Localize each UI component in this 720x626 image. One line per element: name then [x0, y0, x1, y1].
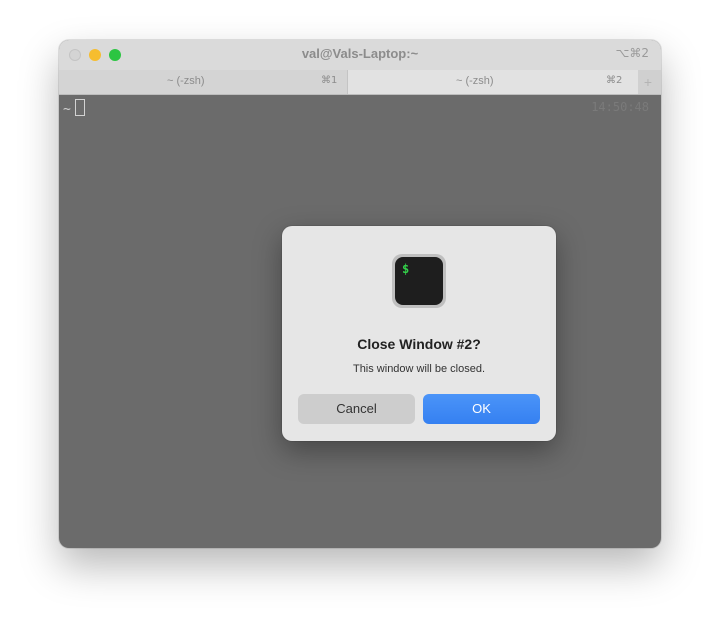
title-bar[interactable]: val@Vals-Laptop:~ ⌥⌘2 — [59, 40, 661, 70]
tab-label: ~ (-zsh) — [167, 75, 205, 87]
tab-bar: ~ (-zsh) ⌘1 ~ (-zsh) ⌘2 + — [59, 70, 661, 95]
close-window-dialog: $ Close Window #2? This window will be c… — [282, 226, 556, 441]
terminal-app-icon: $ — [392, 254, 446, 308]
terminal-prompt-glyph: $ — [402, 262, 410, 276]
cancel-button[interactable]: Cancel — [298, 394, 415, 424]
dialog-message: This window will be closed. — [352, 363, 486, 375]
text-cursor — [74, 99, 85, 116]
tab-shortcut: ⌘1 — [321, 75, 338, 86]
dialog-title: Close Window #2? — [357, 336, 481, 352]
tab-1[interactable]: ~ (-zsh) ⌘1 — [59, 70, 347, 94]
prompt-text: ~ — [63, 102, 71, 117]
prompt: ~ — [63, 99, 85, 117]
tab-2[interactable]: ~ (-zsh) ⌘2 — [347, 70, 638, 94]
clock-readout: 14:50:48 — [591, 100, 649, 114]
window-shortcut: ⌥⌘2 — [615, 46, 649, 60]
tab-shortcut: ⌘2 — [606, 75, 623, 86]
window-title: val@Vals-Laptop:~ — [301, 46, 419, 61]
terminal-window: val@Vals-Laptop:~ ⌥⌘2 ~ (-zsh) ⌘1 ~ (-zs… — [59, 40, 661, 548]
new-tab-plus-icon[interactable]: + — [639, 73, 657, 91]
tab-label: ~ (-zsh) — [456, 75, 494, 87]
terminal-app-icon-screen: $ — [395, 257, 443, 305]
ok-button[interactable]: OK — [423, 394, 540, 424]
